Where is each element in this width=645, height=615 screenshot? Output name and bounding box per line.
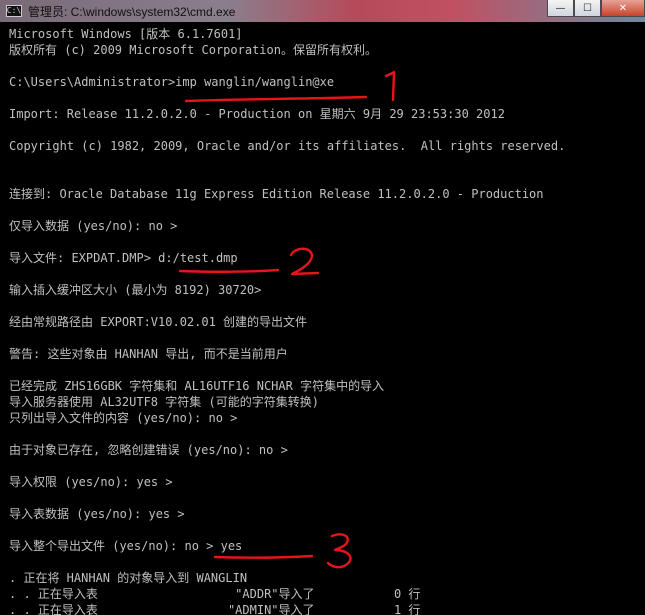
console-line: C:\Users\Administrator>imp wanglin/wangl… <box>9 75 335 89</box>
console-line: 由于对象已存在, 忽略创建错误 (yes/no): no > <box>9 443 288 457</box>
console-line: 经由常规路径由 EXPORT:V10.02.01 创建的导出文件 <box>9 315 308 329</box>
cmd-icon: C:\ <box>6 5 22 17</box>
console-line: 已经完成 ZHS16GBK 字符集和 AL16UTF16 NCHAR 字符集中的… <box>9 379 385 393</box>
console-line: 仅导入数据 (yes/no): no > <box>9 219 178 233</box>
console-line: Import: Release 11.2.0.2.0 - Production … <box>9 107 505 121</box>
cmd-window: C:\ 管理员: C:\windows\system32\cmd.exe — ☐… <box>0 0 645 615</box>
console-line: 导入文件: EXPDAT.DMP> d:/test.dmp <box>9 251 238 265</box>
minimize-button[interactable]: — <box>547 0 574 17</box>
console-line: 警告: 这些对象由 HANHAN 导出, 而不是当前用户 <box>9 347 288 361</box>
console-line: . . 正在导入表 "ADMIN"导入了 1 行 <box>9 603 421 615</box>
console-line: 版权所有 (c) 2009 Microsoft Corporation。保留所有… <box>9 43 377 57</box>
console-line: 导入表数据 (yes/no): yes > <box>9 507 185 521</box>
console-line: 连接到: Oracle Database 11g Express Edition… <box>9 187 544 201</box>
title-bar[interactable]: C:\ 管理员: C:\windows\system32\cmd.exe — ☐… <box>0 0 645 22</box>
console-line: 导入整个导出文件 (yes/no): no > yes <box>9 539 243 553</box>
close-button[interactable]: ✕ <box>601 0 645 17</box>
console-line: . 正在将 HANHAN 的对象导入到 WANGLIN <box>9 571 248 585</box>
console-line: Microsoft Windows [版本 6.1.7601] <box>9 27 243 41</box>
maximize-icon: ☐ <box>583 2 592 14</box>
console-line: 只列出导入文件的内容 (yes/no): no > <box>9 411 238 425</box>
console-line: Copyright (c) 1982, 2009, Oracle and/or … <box>9 139 566 153</box>
window-controls: — ☐ ✕ <box>547 0 645 20</box>
window-title: 管理员: C:\windows\system32\cmd.exe <box>28 4 236 19</box>
console-line: 导入服务器使用 AL32UTF8 字符集 (可能的字符集转换) <box>9 395 319 409</box>
console-output[interactable]: Microsoft Windows [版本 6.1.7601] 版权所有 (c)… <box>0 22 645 615</box>
console-line: . . 正在导入表 "ADDR"导入了 0 行 <box>9 587 421 601</box>
console-line: 导入权限 (yes/no): yes > <box>9 475 173 489</box>
maximize-button[interactable]: ☐ <box>574 0 601 17</box>
minimize-icon: — <box>555 2 566 14</box>
close-icon: ✕ <box>618 2 628 14</box>
console-line: 输入插入缓冲区大小 (最小为 8192) 30720> <box>9 283 262 297</box>
